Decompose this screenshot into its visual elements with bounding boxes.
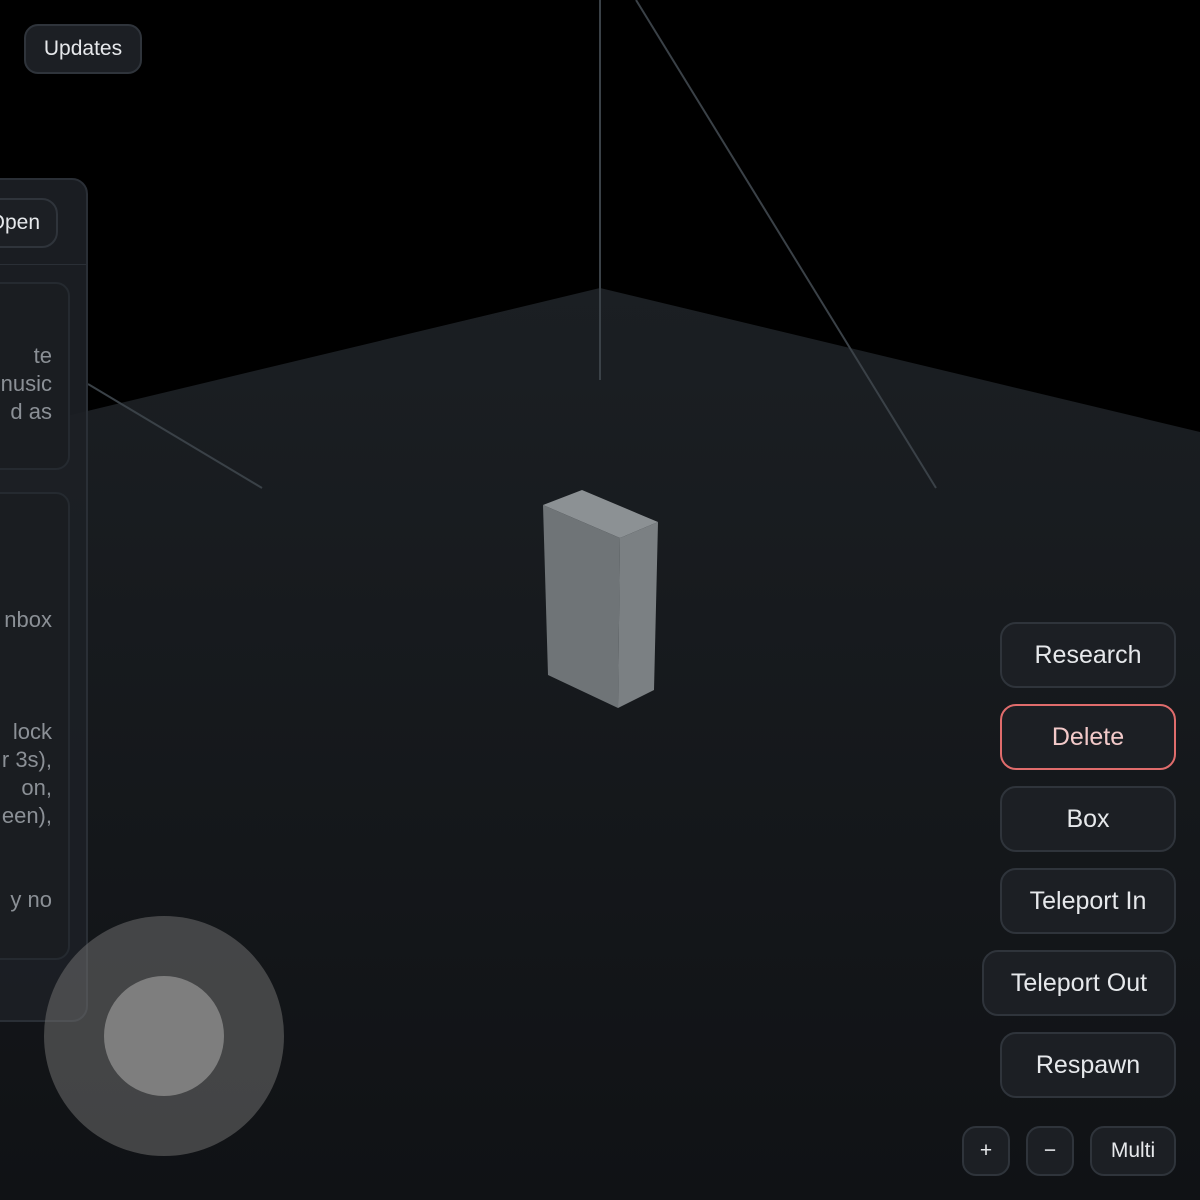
panel-open-button[interactable]: Open — [0, 198, 58, 248]
card-text: y no — [10, 887, 52, 912]
teleport-out-button[interactable]: Teleport Out — [982, 950, 1176, 1016]
card-text: nbox — [4, 607, 52, 632]
box-right-face — [618, 522, 658, 708]
joystick-base[interactable] — [44, 916, 284, 1156]
box-left-face — [543, 505, 620, 708]
teleport-in-button[interactable]: Teleport In — [1000, 868, 1176, 934]
zoom-in-button[interactable]: + — [962, 1126, 1010, 1176]
research-button[interactable]: Research — [1000, 622, 1176, 688]
box-button[interactable]: Box — [1000, 786, 1176, 852]
box-object[interactable] — [543, 490, 658, 708]
game-viewport[interactable]: Updates Open te nusic d as nbox lock r 3… — [0, 0, 1200, 1200]
updates-button[interactable]: Updates — [24, 24, 142, 74]
panel-card: te nusic d as — [0, 282, 70, 470]
card-text: lock r 3s), on, een), — [1, 719, 52, 828]
multi-button[interactable]: Multi — [1090, 1126, 1176, 1176]
side-panel: Open te nusic d as nbox lock r 3s), on, … — [0, 178, 88, 1022]
delete-button[interactable]: Delete — [1000, 704, 1176, 770]
zoom-out-button[interactable]: − — [1026, 1126, 1074, 1176]
respawn-button[interactable]: Respawn — [1000, 1032, 1176, 1098]
panel-divider — [0, 264, 86, 265]
joystick-knob[interactable] — [104, 976, 224, 1096]
card-text: te nusic d as — [0, 343, 52, 424]
panel-card: nbox lock r 3s), on, een), y no — [0, 492, 70, 960]
